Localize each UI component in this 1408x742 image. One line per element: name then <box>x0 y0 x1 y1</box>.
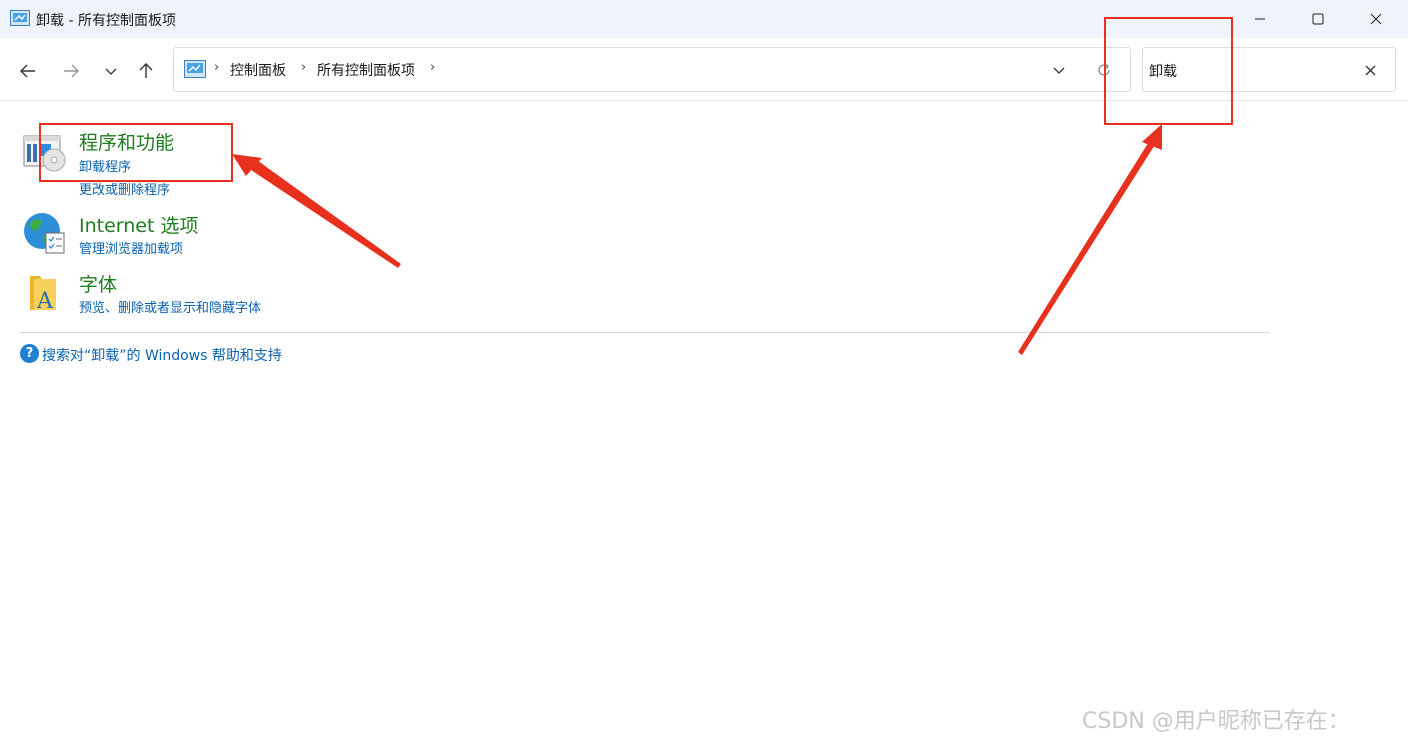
close-icon <box>1365 65 1375 75</box>
search-clear-button[interactable] <box>1359 59 1381 81</box>
breadcrumb-all-items[interactable]: 所有控制面板项 <box>317 60 415 80</box>
annotation-arrow-left-head <box>232 154 262 176</box>
chevron-down-icon <box>1053 67 1065 74</box>
result-title[interactable]: Internet 选项 <box>79 211 198 238</box>
forward-arrow-icon <box>64 64 79 78</box>
result-title[interactable]: 字体 <box>79 270 117 297</box>
svg-text:A: A <box>36 289 54 314</box>
manage-addons-link[interactable]: 管理浏览器加载项 <box>79 238 183 257</box>
maximize-button[interactable] <box>1289 0 1347 38</box>
address-bar[interactable]: › 控制面板 › 所有控制面板项 › <box>173 47 1131 92</box>
control-panel-icon <box>184 60 206 78</box>
breadcrumb-separator: › <box>301 60 307 75</box>
breadcrumb-separator: › <box>214 60 220 75</box>
font-preview-link[interactable]: 预览、删除或者显示和隐藏字体 <box>79 297 261 316</box>
breadcrumb-separator: › <box>430 60 436 75</box>
minimize-button[interactable] <box>1231 0 1289 38</box>
annotation-box-programs <box>39 123 233 182</box>
annotation-arrow-right-head <box>1142 124 1162 150</box>
address-history-button[interactable] <box>1047 60 1071 80</box>
fonts-folder-icon: A <box>30 276 56 314</box>
annotation-arrow-right <box>1018 140 1156 355</box>
divider <box>20 332 1270 333</box>
back-button[interactable] <box>16 59 40 83</box>
watermark: CSDN @用户昵称已存在： <box>1082 709 1350 734</box>
close-icon <box>1370 13 1382 25</box>
maximize-icon <box>1312 13 1324 25</box>
forward-button[interactable] <box>59 59 83 83</box>
help-icon: ? <box>20 344 39 363</box>
annotation-box-search <box>1104 17 1233 125</box>
up-button[interactable] <box>134 59 158 83</box>
minimize-icon <box>1255 18 1265 20</box>
recent-locations-button[interactable] <box>99 59 123 83</box>
internet-options-icon <box>24 213 65 254</box>
windows-help-link[interactable]: 搜索对“卸载”的 Windows 帮助和支持 <box>42 345 282 365</box>
breadcrumb-control-panel[interactable]: 控制面板 <box>230 60 286 80</box>
chevron-down-icon <box>105 68 117 75</box>
close-button[interactable] <box>1347 0 1405 38</box>
window-title: 卸载 - 所有控制面板项 <box>36 13 176 29</box>
annotation-arrow-left <box>236 157 401 268</box>
control-panel-icon <box>10 10 30 26</box>
up-arrow-icon <box>139 63 153 78</box>
back-arrow-icon <box>20 64 35 78</box>
